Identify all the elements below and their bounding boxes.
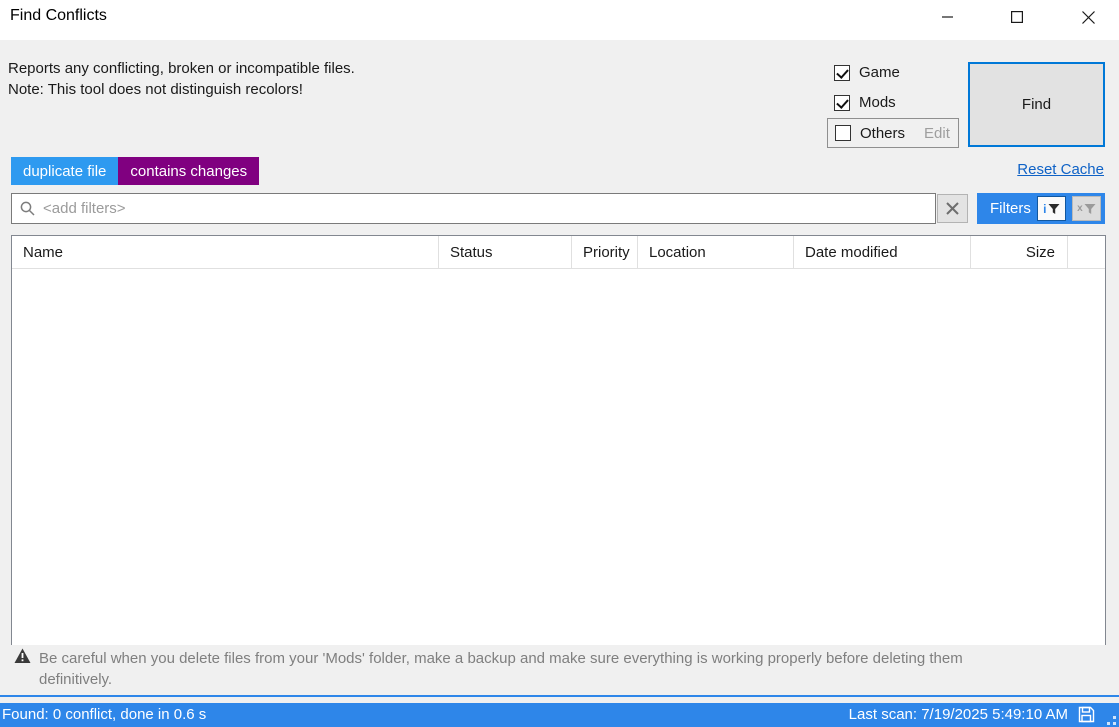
column-header-size[interactable]: Size bbox=[971, 236, 1068, 268]
status-bar: Found: 0 conflict, done in 0.6 s Last sc… bbox=[0, 703, 1119, 727]
checkbox-row-mods[interactable]: Mods bbox=[834, 94, 896, 111]
mods-checkbox-label: Mods bbox=[859, 94, 896, 111]
column-header-status[interactable]: Status bbox=[439, 236, 572, 268]
minimize-button[interactable] bbox=[925, 0, 971, 34]
checkbox-row-game[interactable]: Game bbox=[834, 64, 900, 81]
find-button[interactable]: Find bbox=[968, 62, 1105, 147]
resize-grip[interactable] bbox=[1103, 712, 1117, 726]
table-body-empty[interactable] bbox=[12, 269, 1105, 645]
checkbox-group-others: Others Edit bbox=[827, 118, 959, 148]
warning-note: Be careful when you delete files from yo… bbox=[14, 648, 1029, 690]
contains-changes-tag: contains changes bbox=[118, 157, 259, 185]
last-scan-text: Last scan: 7/19/2025 5:49:10 AM bbox=[849, 706, 1068, 723]
column-header-priority[interactable]: Priority bbox=[572, 236, 638, 268]
intro-line2: Note: This tool does not distinguish rec… bbox=[8, 79, 355, 100]
minimize-icon bbox=[942, 11, 954, 23]
others-checkbox[interactable] bbox=[835, 125, 851, 141]
column-header-empty bbox=[1068, 236, 1105, 268]
warning-icon bbox=[14, 648, 31, 664]
column-header-location[interactable]: Location bbox=[638, 236, 794, 268]
find-conflicts-window: Find Conflicts Reports any conflicting, … bbox=[0, 0, 1119, 727]
column-header-name[interactable]: Name bbox=[12, 236, 439, 268]
close-icon bbox=[1082, 11, 1095, 24]
status-separator bbox=[0, 695, 1119, 697]
window-title: Find Conflicts bbox=[10, 7, 107, 25]
save-icon[interactable] bbox=[1078, 706, 1095, 723]
others-checkbox-label: Others bbox=[860, 125, 905, 142]
search-box[interactable] bbox=[11, 193, 936, 224]
scan-result-text: Found: 0 conflict, done in 0.6 s bbox=[2, 706, 206, 723]
warning-text: Be careful when you delete files from yo… bbox=[39, 648, 1029, 690]
legend-tags: duplicate file contains changes bbox=[11, 157, 259, 185]
add-filter-button[interactable]: i bbox=[1037, 196, 1066, 221]
intro-line1: Reports any conflicting, broken or incom… bbox=[8, 58, 355, 79]
filters-label: Filters bbox=[990, 200, 1031, 217]
duplicate-file-tag: duplicate file bbox=[11, 157, 118, 185]
x-glyph: x bbox=[1077, 204, 1083, 214]
maximize-icon bbox=[1011, 11, 1023, 23]
info-glyph: i bbox=[1043, 204, 1046, 214]
search-icon bbox=[20, 201, 35, 216]
filter-funnel-disabled-icon bbox=[1084, 203, 1096, 215]
filter-funnel-icon bbox=[1048, 203, 1060, 215]
game-checkbox-label: Game bbox=[859, 64, 900, 81]
table-header-row: Name Status Priority Location Date modif… bbox=[12, 236, 1105, 269]
title-bar: Find Conflicts bbox=[0, 0, 1119, 40]
clear-search-button[interactable] bbox=[937, 194, 968, 223]
filter-bar: Filters i x bbox=[11, 193, 1105, 224]
mods-checkbox[interactable] bbox=[834, 95, 850, 111]
results-table: Name Status Priority Location Date modif… bbox=[11, 235, 1106, 645]
maximize-button[interactable] bbox=[994, 0, 1040, 34]
edit-others-link[interactable]: Edit bbox=[924, 125, 950, 142]
filters-block: Filters i x bbox=[977, 193, 1105, 224]
search-input[interactable] bbox=[43, 200, 927, 217]
remove-filter-button[interactable]: x bbox=[1072, 196, 1101, 221]
reset-cache-link[interactable]: Reset Cache bbox=[1017, 161, 1104, 178]
intro-text: Reports any conflicting, broken or incom… bbox=[8, 58, 355, 100]
clear-x-icon bbox=[946, 202, 959, 215]
game-checkbox[interactable] bbox=[834, 65, 850, 81]
column-header-date-modified[interactable]: Date modified bbox=[794, 236, 971, 268]
close-button[interactable] bbox=[1065, 0, 1111, 34]
